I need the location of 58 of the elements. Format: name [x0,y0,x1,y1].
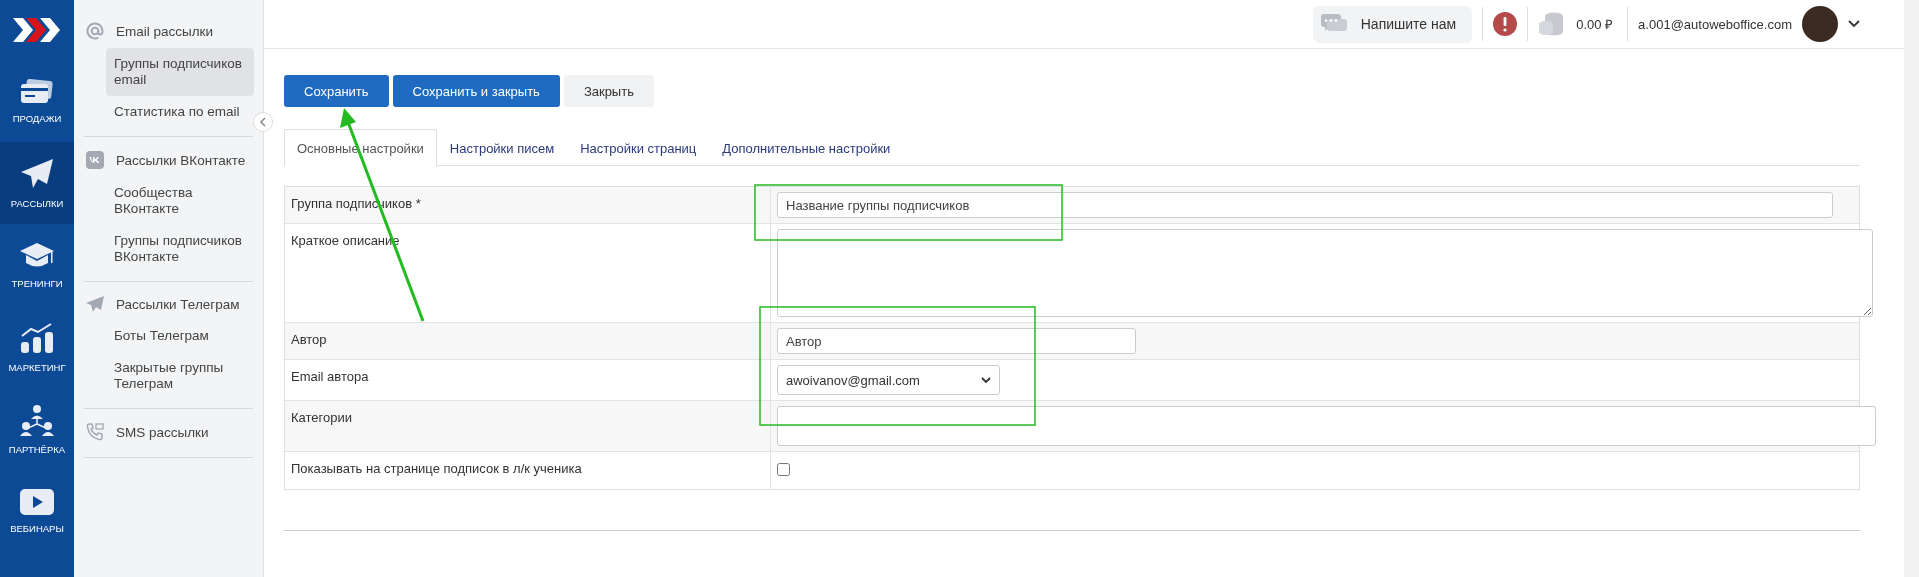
coins-icon [1538,12,1565,36]
nav-rail-item[interactable]: ПАРТНЁРКА [0,388,74,470]
user-email[interactable]: a.001@autoweboffice.com [1638,16,1792,32]
email-dropdown[interactable]: awoivanov@gmail.com [777,365,1000,395]
contact-button[interactable]: Напишите нам [1312,5,1473,43]
description-field[interactable] [777,229,1873,317]
save-button[interactable]: Сохранить [284,75,389,107]
nav-label: ВЕБИНАРЫ [10,522,64,534]
field-label: Автор [285,323,771,359]
user-avatar[interactable] [1802,6,1838,42]
submenu-heading[interactable]: SMS рассылки [116,424,209,440]
at-sign-icon [86,22,104,40]
close-button[interactable]: Закрыть [563,75,654,107]
author-field[interactable]: Автор [777,328,1136,354]
alert-icon[interactable] [1493,12,1518,36]
submenu-item[interactable]: Боты Телеграм [106,320,254,352]
nav-label: ПРОДАЖИ [12,112,62,124]
nav-label: РАССЫЛКИ [10,197,64,209]
submenu-item[interactable]: Сообщества ВКонтакте [106,177,254,225]
chat-bubbles-icon [1320,14,1347,34]
vk-icon [86,151,104,169]
submenu-item[interactable]: Группы подписчиков ВКонтакте [106,225,254,273]
field-label: Категории [285,401,771,451]
checkbox[interactable] [777,463,790,476]
team-icon [20,403,54,436]
field-label: Показывать на странице подписок в л/к ученика [285,452,771,489]
submenu-heading[interactable]: Email рассылки [116,23,214,39]
nav-rail-item[interactable]: РАССЫЛКИ [0,142,74,224]
chevron-left-icon [259,117,267,127]
scrollbar[interactable] [1904,0,1919,577]
logo-icon[interactable] [13,18,61,42]
submenu-heading[interactable]: Рассылки Телеграм [116,296,240,312]
nav-rail-item[interactable]: ВЕБИНАРЫ [0,470,74,552]
video-play-icon [20,488,54,515]
submenu-heading[interactable]: Рассылки ВКонтакте [116,152,246,168]
nav-rail-item[interactable]: МАРКЕТИНГ [0,306,74,388]
paper-plane-icon [20,157,54,190]
paper-plane-icon [86,296,104,312]
balance-amount: 0.00 ₽ [1576,16,1614,33]
tab[interactable]: Дополнительные настройки [709,129,904,166]
phone-icon [86,423,104,441]
save-button[interactable]: Сохранить и закрыть [392,75,560,107]
submenu-item[interactable]: Статистика по email [106,96,254,128]
tab[interactable]: Настройки писем [436,129,568,166]
tab[interactable]: Настройки страниц [567,129,710,166]
submenu-item[interactable]: Закрытые группы Телеграм [106,352,254,400]
nav-label: ТРЕНИНГИ [11,277,63,289]
credit-card-icon [20,78,54,105]
growth-chart-icon [20,321,54,354]
group-name-field[interactable]: Название группы подписчиков [777,192,1833,218]
nav-label: МАРКЕТИНГ [8,361,66,373]
nav-label: ПАРТНЁРКА [8,443,66,455]
nav-rail-item[interactable]: ПРОДАЖИ [0,60,74,142]
chevron-down-icon[interactable] [1848,20,1860,28]
nav-rail-item[interactable]: ТРЕНИНГИ [0,224,74,306]
categories-field[interactable] [777,406,1876,446]
submenu-item[interactable]: Группы подписчиков email [106,48,254,96]
chevron-down-icon [981,376,991,384]
